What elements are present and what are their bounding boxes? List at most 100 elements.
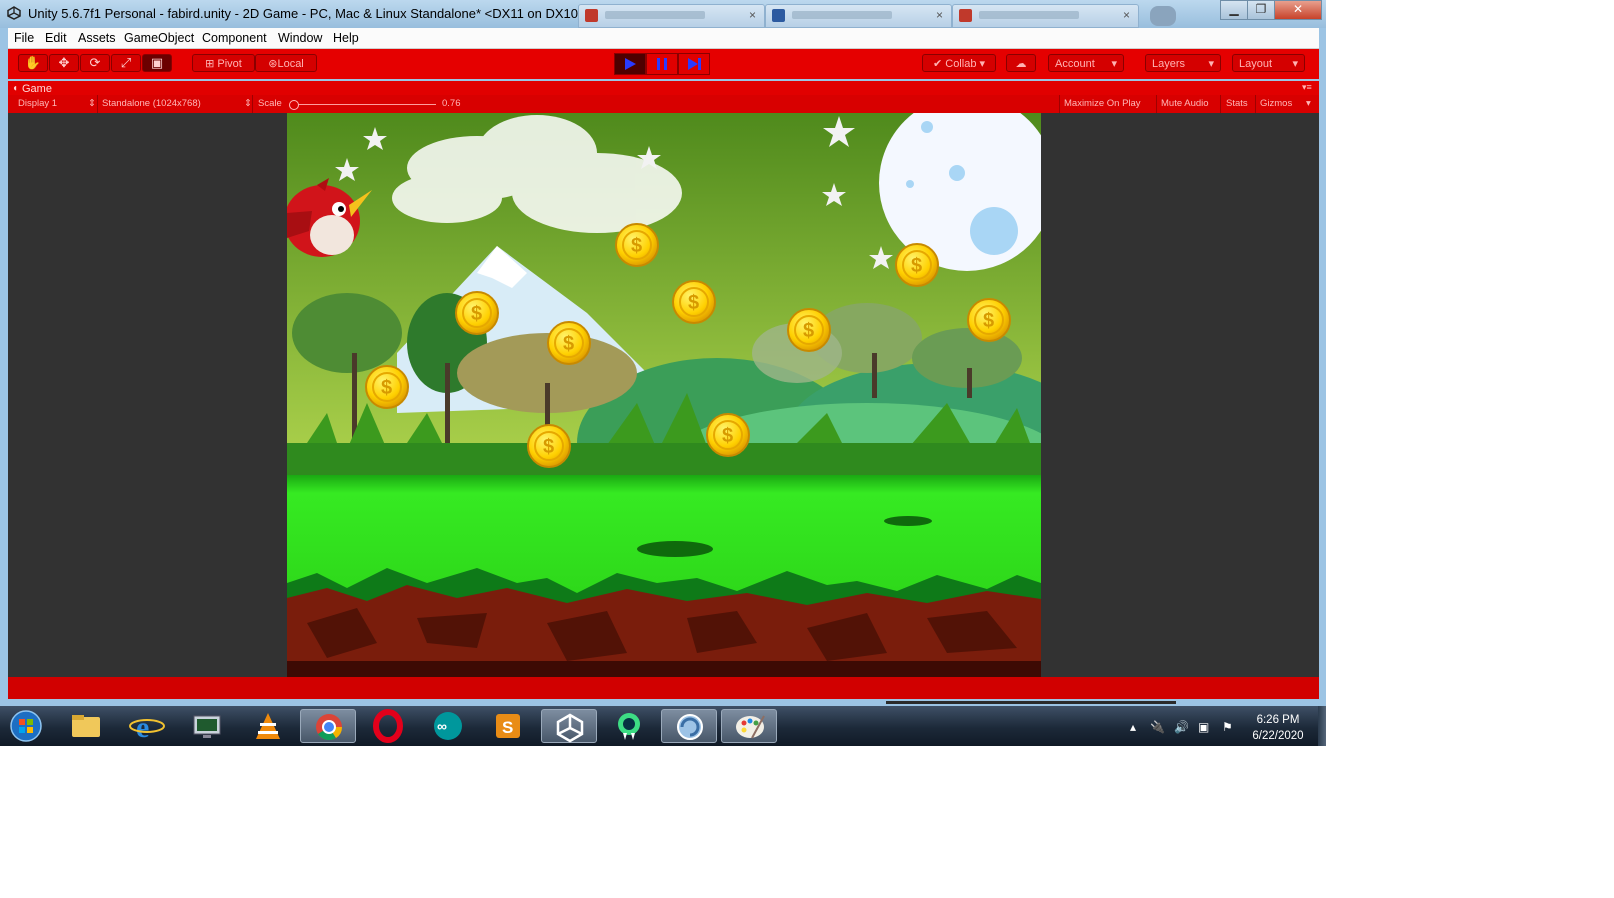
menu-edit[interactable]: Edit bbox=[45, 31, 67, 45]
game-scene[interactable]: $ $ $ $ $ $ $ $ $ $ bbox=[287, 113, 1041, 677]
menu-help[interactable]: Help bbox=[333, 31, 359, 45]
taskbar-arduino[interactable]: ∞ bbox=[420, 709, 476, 743]
coin: $ bbox=[455, 291, 499, 335]
youtube-icon bbox=[585, 9, 598, 22]
taskbar-sublime-text[interactable]: S bbox=[480, 709, 536, 743]
taskbar-android-studio[interactable] bbox=[601, 709, 657, 743]
svg-text:S: S bbox=[502, 718, 513, 737]
folder-icon bbox=[72, 715, 100, 737]
svg-text:$: $ bbox=[688, 292, 699, 314]
play-button[interactable] bbox=[614, 53, 646, 75]
cloud-button[interactable]: ☁ bbox=[1006, 54, 1036, 72]
menu-component[interactable]: Component bbox=[202, 31, 267, 45]
show-hidden-icons-icon[interactable]: ▴ bbox=[1130, 720, 1136, 734]
chevron-down-icon: ⇕ bbox=[88, 98, 96, 109]
local-toggle[interactable]: ⊛Local bbox=[255, 54, 317, 72]
browser-tab: × bbox=[952, 4, 1139, 28]
chevron-down-icon: ▾ bbox=[1306, 98, 1311, 109]
menu-assets[interactable]: Assets bbox=[78, 31, 116, 45]
gizmos-dropdown[interactable]: Gizmos bbox=[1260, 98, 1292, 109]
chevron-down-icon: ▾ bbox=[1208, 58, 1214, 70]
tab-game[interactable]: Game bbox=[22, 83, 52, 95]
separator bbox=[1059, 95, 1060, 113]
scale-label: Scale bbox=[258, 98, 282, 109]
status-bar bbox=[8, 677, 1319, 699]
tab-menu-icon[interactable]: ▾≡ bbox=[1302, 82, 1312, 93]
rect-tool-button[interactable]: ▣ bbox=[142, 54, 172, 72]
hand-icon: ✋ bbox=[24, 55, 42, 70]
scale-slider-track[interactable] bbox=[290, 104, 436, 105]
power-icon[interactable]: 🔌 bbox=[1150, 720, 1165, 734]
menu-window[interactable]: Window bbox=[278, 31, 322, 45]
taskbar-opera[interactable] bbox=[360, 709, 416, 743]
coin: $ bbox=[967, 298, 1011, 342]
menu-gameobject[interactable]: GameObject bbox=[124, 31, 194, 45]
window-controls: ▁ ❐ ✕ bbox=[1220, 0, 1322, 20]
show-desktop-button[interactable] bbox=[1318, 706, 1326, 746]
windows-orb-icon bbox=[10, 710, 42, 742]
taskbar-unity[interactable] bbox=[541, 709, 597, 743]
window-title: Unity 5.6.7f1 Personal - fabird.unity - … bbox=[28, 6, 618, 21]
menu-file[interactable]: File bbox=[14, 31, 34, 45]
browser-tab: × bbox=[578, 4, 765, 28]
arduino-icon: ∞ bbox=[434, 712, 462, 740]
taskbar-task-manager[interactable] bbox=[179, 709, 235, 743]
ground-hole bbox=[884, 516, 932, 526]
cloud-icon: ☁ bbox=[1015, 58, 1027, 70]
maximize-on-play-toggle[interactable]: Maximize On Play bbox=[1064, 98, 1141, 109]
ground-hole bbox=[637, 541, 713, 557]
unity-icon bbox=[556, 713, 584, 743]
coin: $ bbox=[706, 413, 750, 457]
resolution-dropdown[interactable]: Standalone (1024x768) bbox=[102, 98, 201, 109]
volume-icon[interactable]: 🔊 bbox=[1174, 720, 1189, 734]
svg-text:$: $ bbox=[803, 320, 814, 342]
chevron-down-icon: ⇕ bbox=[244, 98, 252, 109]
coin: $ bbox=[527, 424, 571, 468]
display-dropdown[interactable]: Display 1 bbox=[18, 98, 57, 109]
close-icon: × bbox=[1122, 8, 1130, 22]
svg-text:$: $ bbox=[381, 377, 392, 399]
sublime-text-icon: S bbox=[496, 714, 520, 738]
close-button[interactable]: ✕ bbox=[1274, 0, 1322, 20]
pivot-label: Pivot bbox=[217, 58, 242, 70]
step-button[interactable] bbox=[678, 53, 710, 75]
unity-icon bbox=[7, 6, 21, 20]
clock-date: 6/22/2020 bbox=[1252, 730, 1304, 742]
taskbar-internet-explorer[interactable]: e bbox=[119, 709, 175, 744]
step-icon bbox=[688, 58, 701, 70]
maximize-button[interactable]: ❐ bbox=[1247, 0, 1275, 20]
layout-dropdown[interactable]: Layout ▾ bbox=[1232, 54, 1305, 72]
start-button[interactable] bbox=[4, 709, 48, 743]
taskbar-paint[interactable] bbox=[721, 709, 777, 743]
account-dropdown[interactable]: Account ▾ bbox=[1048, 54, 1124, 72]
new-tab-button[interactable] bbox=[1150, 6, 1176, 26]
pivot-toggle[interactable]: ⊞ Pivot bbox=[192, 54, 255, 72]
coin: $ bbox=[615, 223, 659, 267]
rotate-tool-button[interactable]: ⟳ bbox=[80, 54, 110, 72]
stats-toggle[interactable]: Stats bbox=[1226, 98, 1248, 109]
hand-tool-button[interactable]: ✋ bbox=[18, 54, 48, 72]
collab-dropdown[interactable]: ✔ Collab ▾ bbox=[922, 54, 996, 72]
scale-slider-thumb[interactable] bbox=[289, 100, 299, 110]
mute-audio-toggle[interactable]: Mute Audio bbox=[1161, 98, 1209, 109]
separator bbox=[97, 95, 98, 113]
separator bbox=[1220, 95, 1221, 113]
pause-button[interactable] bbox=[646, 53, 678, 75]
action-center-flag-icon[interactable]: ⚑ bbox=[1222, 720, 1233, 734]
svg-text:$: $ bbox=[471, 303, 482, 325]
scale-tool-button[interactable]: ⤢ bbox=[111, 54, 141, 72]
move-tool-button[interactable]: ✥ bbox=[49, 54, 79, 72]
taskbar-chrome[interactable] bbox=[300, 709, 356, 743]
layers-dropdown[interactable]: Layers ▾ bbox=[1145, 54, 1221, 72]
browser-tab: × bbox=[765, 4, 952, 28]
separator bbox=[1156, 95, 1157, 113]
taskbar-vlc[interactable] bbox=[240, 709, 296, 743]
close-icon: × bbox=[748, 8, 756, 22]
taskbar-clock[interactable]: 6:26 PM 6/22/2020 bbox=[1242, 712, 1314, 744]
taskbar-explorer[interactable] bbox=[58, 709, 114, 743]
pause-icon bbox=[657, 58, 667, 70]
taskbar-app-circle[interactable] bbox=[661, 709, 717, 743]
network-icon[interactable]: ▣ bbox=[1198, 720, 1209, 734]
minimize-button[interactable]: ▁ bbox=[1220, 0, 1248, 20]
monitor-icon bbox=[193, 715, 221, 738]
